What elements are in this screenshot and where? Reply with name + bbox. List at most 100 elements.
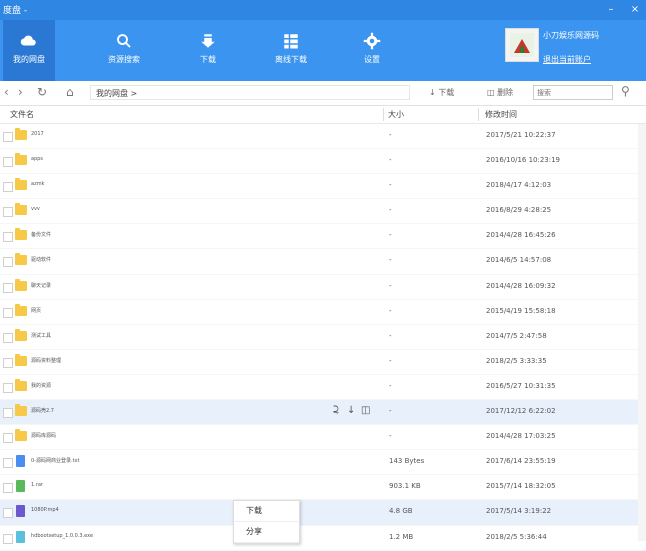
nav-resource-search[interactable]: 资源搜索	[98, 20, 150, 81]
column-date[interactable]: 修改时间	[485, 109, 517, 120]
file-name[interactable]: 2017	[31, 131, 44, 137]
table-row[interactable]: 1080P.mp4 4.8 GB 2017/5/14 3:19:22	[0, 500, 646, 526]
file-name[interactable]: 源码资料整理	[31, 357, 61, 364]
file-name[interactable]: azmk	[31, 181, 44, 187]
row-checkbox[interactable]	[3, 332, 13, 343]
row-checkbox[interactable]	[3, 508, 13, 519]
file-name[interactable]: 源码库源码	[31, 432, 56, 439]
column-name[interactable]: 文件名	[10, 109, 34, 120]
file-name[interactable]: 测试工具	[31, 332, 51, 339]
row-checkbox[interactable]	[3, 433, 13, 444]
download-icon[interactable]: ↓	[347, 405, 359, 416]
table-row[interactable]: 源码库源码 - 2014/4/28 17:03:25	[0, 425, 646, 451]
folder-icon	[15, 178, 27, 191]
scrollbar[interactable]	[638, 124, 646, 541]
row-checkbox[interactable]	[3, 157, 13, 168]
folder-icon	[15, 303, 27, 316]
folder-icon	[15, 203, 27, 216]
nav-my-disk[interactable]: 我的网盘	[3, 20, 55, 81]
context-menu-download[interactable]: 下载	[234, 501, 299, 522]
logout-link[interactable]: 退出当前账户	[543, 54, 591, 65]
toolbar-download-button[interactable]: ↓ 下载	[423, 85, 454, 100]
file-name[interactable]: 1080P.mp4	[31, 507, 59, 513]
search-box[interactable]	[533, 85, 616, 100]
table-row[interactable]: 1.rar 903.1 KB 2015/7/14 18:32:05	[0, 475, 646, 501]
table-row[interactable]: 驱动软件 - 2014/6/5 14:57:08	[0, 249, 646, 275]
row-checkbox[interactable]	[3, 458, 13, 469]
row-checkbox[interactable]	[3, 132, 13, 142]
nav-label: 设置	[364, 55, 380, 64]
table-row[interactable]: 备份文件 - 2014/4/28 16:45:26	[0, 224, 646, 250]
user-name: 小刀娱乐网源码	[543, 31, 599, 40]
table-row[interactable]: 我的资源 - 2016/5/27 10:31:35	[0, 375, 646, 401]
row-actions: ⫈ ↓ ◫	[333, 405, 375, 416]
file-name[interactable]: apps	[31, 156, 43, 162]
row-checkbox[interactable]	[3, 483, 13, 494]
table-row[interactable]: 2017 - 2017/5/21 10:22:37	[0, 124, 646, 150]
row-checkbox[interactable]	[3, 282, 13, 293]
file-name[interactable]: 聊天记录	[31, 282, 51, 289]
table-row[interactable]: 源码壳2.7 ⫈ ↓ ◫ - 2017/12/12 6:22:02	[0, 400, 646, 426]
table-row[interactable]: apps - 2016/10/16 10:23:19	[0, 149, 646, 175]
file-name[interactable]: 1.rar	[31, 482, 43, 488]
trash-icon[interactable]: ◫	[361, 405, 373, 416]
row-checkbox[interactable]	[3, 357, 13, 368]
file-size: -	[389, 331, 392, 340]
nav-label: 资源搜索	[108, 55, 140, 64]
file-name[interactable]: 0-源码网商业登录.txt	[31, 457, 79, 464]
row-checkbox[interactable]	[3, 257, 13, 268]
file-date: 2014/4/28 17:03:25	[486, 432, 556, 441]
row-checkbox[interactable]	[3, 533, 13, 544]
refresh-icon[interactable]: ↻	[37, 85, 47, 99]
file-name[interactable]: 网页	[31, 307, 41, 314]
file-name[interactable]: 源码壳2.7	[31, 407, 54, 414]
row-checkbox[interactable]	[3, 408, 13, 419]
cloud-icon	[20, 35, 36, 46]
forward-icon[interactable]: ›	[18, 85, 23, 99]
table-row[interactable]: 网页 - 2015/4/19 15:58:18	[0, 300, 646, 325]
table-row[interactable]: 源码资料整理 - 2018/2/5 3:33:35	[0, 350, 646, 375]
close-button[interactable]: ×	[624, 0, 646, 20]
table-row[interactable]: hdbootsetup_1.0.0.3.exe 1.2 MB 2018/2/5 5:…	[0, 526, 646, 551]
search-input[interactable]	[534, 86, 616, 100]
row-checkbox[interactable]	[3, 307, 13, 318]
file-name[interactable]: hdbootsetup_1.0.0.3.exe	[31, 533, 93, 539]
file-size: -	[389, 281, 392, 290]
file-name[interactable]: 备份文件	[31, 231, 51, 238]
context-menu-share[interactable]: 分享	[234, 522, 299, 543]
breadcrumb[interactable]: 我的网盘 >	[90, 85, 410, 100]
column-divider[interactable]	[383, 108, 384, 121]
column-size[interactable]: 大小	[388, 109, 404, 120]
share-icon[interactable]: ⫈	[333, 405, 345, 416]
row-checkbox[interactable]	[3, 207, 13, 218]
file-date: 2018/2/5 3:33:35	[486, 356, 547, 365]
row-checkbox[interactable]	[3, 232, 13, 243]
minimize-button[interactable]: –	[600, 0, 622, 20]
gear-icon	[363, 32, 381, 50]
table-row[interactable]: 0-源码网商业登录.txt 143 Bytes 2017/6/14 23:55:19	[0, 450, 646, 476]
file-date: 2015/7/14 18:32:05	[486, 482, 556, 491]
nav-download[interactable]: 下载	[182, 20, 234, 81]
title-bar: 度盘 - – ×	[0, 0, 646, 20]
file-name[interactable]: 驱动软件	[31, 256, 51, 263]
file-name[interactable]: vvv	[31, 206, 40, 212]
search-icon[interactable]: ⚲	[621, 84, 630, 98]
file-date: 2017/12/12 6:22:02	[486, 407, 556, 416]
file-name[interactable]: 我的资源	[31, 382, 51, 389]
row-checkbox[interactable]	[3, 382, 13, 393]
toolbar-delete-button[interactable]: ◫ 删除	[481, 85, 513, 100]
row-checkbox[interactable]	[3, 182, 13, 193]
file-date: 2014/4/28 16:09:32	[486, 281, 556, 290]
file-date: 2014/7/5 2:47:58	[486, 331, 547, 340]
nav-settings[interactable]: 设置	[346, 20, 398, 81]
nav-offline-download[interactable]: 离线下载	[265, 20, 317, 81]
back-icon[interactable]: ‹	[4, 85, 9, 99]
avatar[interactable]	[505, 28, 539, 62]
table-row[interactable]: vvv - 2016/8/29 4:28:25	[0, 199, 646, 225]
table-row[interactable]: 聊天记录 - 2014/4/28 16:09:32	[0, 275, 646, 300]
folder-icon	[15, 328, 27, 341]
table-row[interactable]: azmk - 2018/4/17 4:12:03	[0, 174, 646, 200]
column-divider[interactable]	[478, 108, 479, 121]
home-icon[interactable]: ⌂	[66, 85, 74, 99]
table-row[interactable]: 测试工具 - 2014/7/5 2:47:58	[0, 325, 646, 350]
